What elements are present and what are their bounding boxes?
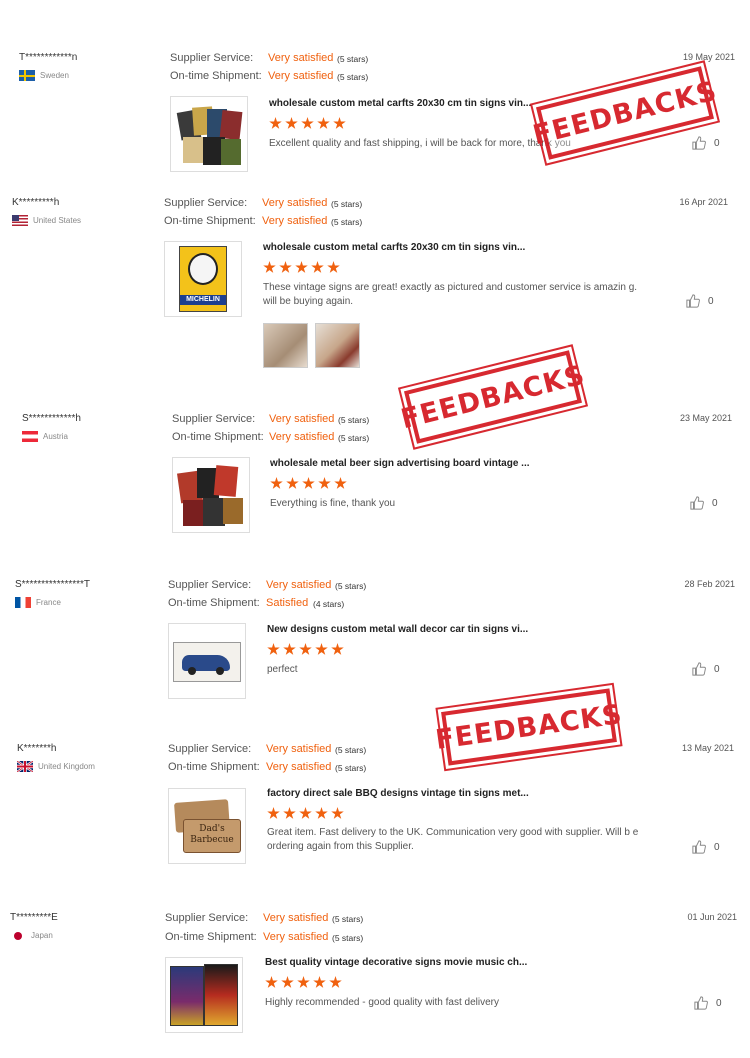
supplier-service-stars: (5 stars): [332, 914, 364, 924]
supplier-service-label: Supplier Service:: [165, 912, 249, 924]
shipment-label: On-time Shipment:: [165, 931, 257, 943]
japan-flag-icon: [10, 930, 26, 941]
shipment-stars: (5 stars): [332, 933, 364, 943]
product-thumbnail[interactable]: [165, 957, 243, 1033]
thumbs-up-icon: [694, 996, 708, 1010]
like-button[interactable]: 0: [694, 996, 722, 1010]
review-item: T*********E Japan Supplier Service: Very…: [0, 0, 750, 1058]
star-icon: [313, 976, 326, 988]
like-count: 0: [716, 997, 722, 1009]
product-title[interactable]: Best quality vintage decorative signs mo…: [265, 957, 527, 968]
star-icon: [297, 976, 310, 988]
star-icon: [329, 976, 342, 988]
review-comment: Highly recommended - good quality with f…: [265, 997, 499, 1008]
review-date: 01 Jun 2021: [687, 912, 737, 922]
reviewer-country: Japan: [10, 930, 53, 941]
product-rating-stars: [265, 976, 342, 989]
reviewer-name: T*********E: [10, 912, 58, 923]
shipment-rating: Very satisfied: [263, 931, 329, 943]
star-icon: [281, 976, 294, 988]
country-name: Japan: [31, 931, 53, 940]
supplier-service-rating: Very satisfied: [263, 912, 329, 924]
star-icon: [265, 976, 278, 988]
